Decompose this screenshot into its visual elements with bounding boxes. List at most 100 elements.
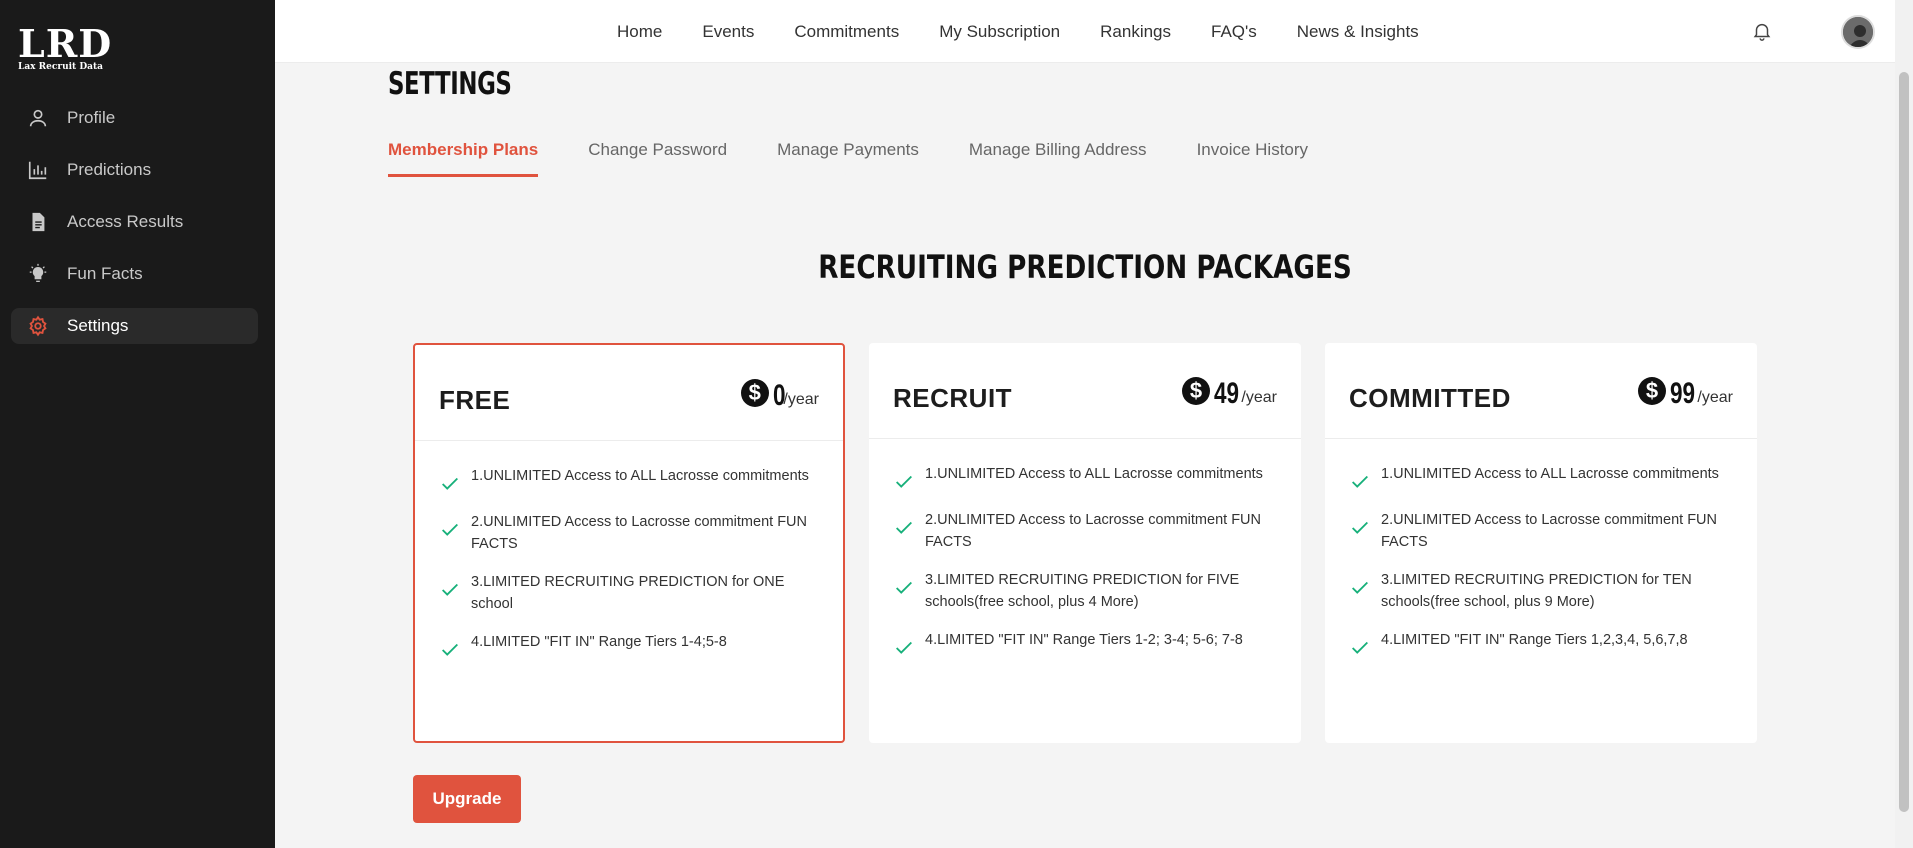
nav-link-events[interactable]: Events [702, 22, 754, 42]
nav-link-news-insights[interactable]: News & Insights [1297, 22, 1419, 42]
bar-chart-icon [27, 159, 49, 181]
feature-item: 2.UNLIMITED Access to Lacrosse commitmen… [1349, 509, 1739, 553]
logo-text: LRD [18, 21, 113, 66]
sidebar-item-predictions[interactable]: Predictions [11, 152, 258, 188]
feature-item: 1.UNLIMITED Access to ALL Lacrosse commi… [893, 463, 1283, 493]
plan-card-free[interactable]: FREE $ 0 /year 1.UNLIMITED Access to ALL… [413, 343, 845, 743]
top-nav-links: Home Events Commitments My Subscription … [617, 0, 1459, 63]
feature-item: 1.UNLIMITED Access to ALL Lacrosse commi… [1349, 463, 1739, 493]
plan-card-header: COMMITTED $ 99 /year [1325, 343, 1757, 439]
upgrade-button[interactable]: Upgrade [413, 775, 521, 823]
feature-text: 2.UNLIMITED Access to Lacrosse commitmen… [471, 514, 807, 552]
feature-text: 2.UNLIMITED Access to Lacrosse commitmen… [1381, 512, 1717, 550]
document-icon [27, 211, 49, 233]
sidebar-item-label: Profile [67, 108, 116, 127]
dollar-icon: $ [740, 379, 769, 407]
gear-icon [27, 315, 49, 337]
page-title: SETTINGS [388, 66, 512, 102]
sidebar-item-label: Predictions [67, 160, 152, 179]
feature-item: 1.UNLIMITED Access to ALL Lacrosse commi… [439, 465, 829, 495]
lightbulb-icon [27, 263, 49, 285]
feature-text: 1.UNLIMITED Access to ALL Lacrosse commi… [471, 468, 809, 484]
check-icon [1352, 521, 1368, 534]
feature-item: 2.UNLIMITED Access to Lacrosse commitmen… [439, 511, 829, 555]
check-icon [896, 641, 912, 654]
plan-card-header: RECRUIT $ 49 /year [869, 343, 1301, 439]
check-icon [1352, 641, 1368, 654]
plan-cards: FREE $ 0 /year 1.UNLIMITED Access to ALL… [413, 343, 1781, 743]
check-icon [442, 643, 458, 656]
plan-name: COMMITTED [1349, 383, 1511, 413]
sidebar-item-settings[interactable]: Settings [11, 308, 258, 344]
plan-price: $ 49 /year [1182, 377, 1277, 411]
feature-list: 1.UNLIMITED Access to ALL Lacrosse commi… [1349, 463, 1739, 675]
logo[interactable]: LRD Lax Recruit Data [18, 24, 128, 76]
feature-text: 3.LIMITED RECRUITING PREDICTION for ONE … [471, 574, 785, 612]
nav-link-rankings[interactable]: Rankings [1100, 22, 1171, 42]
settings-tabs: Membership Plans Change Password Manage … [388, 140, 1358, 177]
feature-item: 4.LIMITED "FIT IN" Range Tiers 1,2,3,4, … [1349, 629, 1739, 659]
nav-link-faqs[interactable]: FAQ's [1211, 22, 1257, 42]
feature-item: 3.LIMITED RECRUITING PREDICTION for TEN … [1349, 569, 1739, 613]
tab-manage-billing-address[interactable]: Manage Billing Address [969, 140, 1147, 177]
check-icon [1352, 581, 1368, 594]
nav-link-commitments[interactable]: Commitments [794, 22, 899, 42]
price-amount: 99 [1670, 377, 1696, 410]
feature-text: 2.UNLIMITED Access to Lacrosse commitmen… [925, 512, 1261, 550]
plan-card-committed[interactable]: COMMITTED $ 99 /year 1.UNLIMITED Access … [1325, 343, 1757, 743]
nav-link-my-subscription[interactable]: My Subscription [939, 22, 1060, 42]
tab-manage-payments[interactable]: Manage Payments [777, 140, 919, 177]
price-period: /year [1241, 389, 1277, 406]
dollar-icon: $ [1182, 377, 1211, 405]
nav-link-home[interactable]: Home [617, 22, 662, 42]
sidebar-item-label: Access Results [67, 212, 184, 231]
feature-text: 4.LIMITED "FIT IN" Range Tiers 1-2; 3-4;… [925, 632, 1243, 648]
scrollbar-thumb[interactable] [1899, 72, 1909, 812]
check-icon [896, 475, 912, 488]
plan-card-header: FREE $ 0 /year [415, 345, 843, 441]
feature-text: 4.LIMITED "FIT IN" Range Tiers 1-4;5-8 [471, 634, 727, 650]
sidebar-nav: Profile Predictions Access Results Fun F… [11, 100, 258, 360]
price-amount: 0 [772, 379, 786, 412]
plan-name: RECRUIT [893, 383, 1013, 413]
check-icon [442, 583, 458, 596]
sidebar-item-profile[interactable]: Profile [11, 100, 258, 136]
feature-item: 4.LIMITED "FIT IN" Range Tiers 1-2; 3-4;… [893, 629, 1283, 659]
feature-text: 3.LIMITED RECRUITING PREDICTION for FIVE… [925, 572, 1240, 610]
sidebar-item-access-results[interactable]: Access Results [11, 204, 258, 240]
price-period: /year [783, 391, 819, 408]
feature-list: 1.UNLIMITED Access to ALL Lacrosse commi… [893, 463, 1283, 675]
tab-membership-plans[interactable]: Membership Plans [388, 140, 539, 177]
feature-item: 4.LIMITED "FIT IN" Range Tiers 1-4;5-8 [439, 631, 829, 661]
feature-list: 1.UNLIMITED Access to ALL Lacrosse commi… [439, 465, 829, 677]
dollar-icon: $ [1638, 377, 1667, 405]
user-icon [27, 107, 49, 129]
feature-text: 1.UNLIMITED Access to ALL Lacrosse commi… [925, 466, 1263, 482]
sidebar: LRD Lax Recruit Data Profile Predictions… [0, 0, 275, 848]
plan-price: $ 99 /year [1638, 377, 1733, 411]
scrollbar[interactable] [1895, 0, 1913, 848]
section-title: RECRUITING PREDICTION PACKAGES [818, 248, 1352, 286]
check-icon [442, 523, 458, 536]
top-navbar: Home Events Commitments My Subscription … [275, 0, 1895, 63]
check-icon [896, 581, 912, 594]
check-icon [1352, 475, 1368, 488]
price-amount: 49 [1214, 377, 1240, 410]
plan-name: FREE [439, 385, 511, 415]
bell-icon[interactable] [1751, 20, 1773, 42]
check-icon [896, 521, 912, 534]
feature-item: 2.UNLIMITED Access to Lacrosse commitmen… [893, 509, 1283, 553]
feature-item: 3.LIMITED RECRUITING PREDICTION for FIVE… [893, 569, 1283, 613]
sidebar-item-label: Fun Facts [67, 264, 143, 283]
feature-text: 1.UNLIMITED Access to ALL Lacrosse commi… [1381, 466, 1719, 482]
tab-invoice-history[interactable]: Invoice History [1197, 140, 1308, 177]
plan-card-recruit[interactable]: RECRUIT $ 49 /year 1.UNLIMITED Access to… [869, 343, 1301, 743]
plan-price: $ 0 /year [740, 379, 819, 413]
avatar[interactable] [1841, 15, 1875, 49]
feature-text: 3.LIMITED RECRUITING PREDICTION for TEN … [1381, 572, 1692, 610]
price-period: /year [1697, 389, 1733, 406]
feature-item: 3.LIMITED RECRUITING PREDICTION for ONE … [439, 571, 829, 615]
tab-change-password[interactable]: Change Password [588, 140, 727, 177]
feature-text: 4.LIMITED "FIT IN" Range Tiers 1,2,3,4, … [1381, 632, 1688, 648]
check-icon [442, 477, 458, 490]
